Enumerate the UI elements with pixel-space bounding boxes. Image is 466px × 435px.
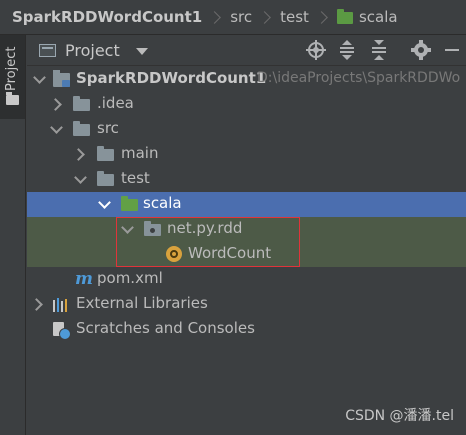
breadcrumb-separator-icon: [208, 10, 222, 24]
expand-all-icon[interactable]: [337, 40, 357, 60]
folder-icon: [6, 92, 19, 105]
tree-row-src[interactable]: src: [27, 117, 466, 142]
minimize-icon[interactable]: [442, 40, 462, 60]
tree-label-package: net.py.rdd: [167, 219, 243, 237]
tree-row-wordcount[interactable]: WordCount: [27, 242, 466, 267]
tool-window-strip: Project: [0, 35, 26, 435]
project-panel-header: Project: [27, 35, 466, 66]
tree-label-scala: scala: [143, 194, 182, 212]
project-tool-tab-label: Project: [4, 46, 19, 91]
tree-row-external-libraries[interactable]: External Libraries: [27, 292, 466, 317]
chevron-down-icon[interactable]: [50, 121, 63, 134]
tree-row-scala[interactable]: scala: [27, 192, 466, 217]
project-tree: SparkRDDWordCount1 D:\ideaProjects\Spark…: [27, 66, 466, 435]
locate-icon[interactable]: [306, 40, 326, 60]
project-view-icon: [39, 44, 56, 57]
green-folder-icon: [121, 196, 138, 211]
project-root-name: SparkRDDWordCount1: [76, 69, 267, 87]
tree-label-external-libraries: External Libraries: [76, 294, 208, 312]
project-module-icon: [53, 70, 70, 87]
tree-label-idea: .idea: [97, 94, 134, 112]
folder-icon: [73, 121, 90, 136]
libraries-icon: [53, 298, 69, 312]
chevron-right-icon[interactable]: [49, 98, 62, 111]
tree-row-pom[interactable]: m pom.xml: [27, 267, 466, 292]
folder-icon: [97, 171, 114, 186]
breadcrumb-separator-icon: [258, 10, 271, 24]
chevron-down-icon[interactable]: [74, 171, 87, 184]
tree-label-scratches: Scratches and Consoles: [76, 319, 255, 337]
chevron-down-icon[interactable]: [121, 221, 134, 234]
tree-label-main: main: [121, 144, 159, 162]
breadcrumb-project[interactable]: SparkRDDWordCount1: [12, 8, 202, 26]
tree-label-pom: pom.xml: [97, 269, 163, 287]
project-tool-tab[interactable]: Project: [0, 35, 25, 119]
project-root-path: D:\ideaProjects\SparkRDDWo: [257, 70, 461, 86]
chevron-right-icon[interactable]: [72, 148, 85, 161]
chevron-right-icon[interactable]: [30, 298, 43, 311]
breadcrumb: SparkRDDWordCount1 src test scala: [0, 0, 466, 35]
chevron-down-icon[interactable]: [136, 48, 148, 55]
tree-row-project-root[interactable]: SparkRDDWordCount1 D:\ideaProjects\Spark…: [27, 67, 466, 92]
chevron-down-icon[interactable]: [98, 196, 111, 209]
watermark: CSDN @潘潘.tel: [345, 408, 454, 424]
green-folder-icon: [336, 9, 353, 24]
tree-label-wordcount: WordCount: [188, 244, 272, 262]
scratches-icon: [53, 322, 71, 340]
chevron-down-icon[interactable]: [33, 71, 46, 84]
tree-label-src: src: [97, 119, 119, 137]
tree-row-main[interactable]: main: [27, 142, 466, 167]
scala-object-icon: [166, 246, 182, 262]
tree-row-idea[interactable]: .idea: [27, 92, 466, 117]
folder-icon: [73, 96, 90, 111]
breadcrumb-scala[interactable]: scala: [359, 8, 398, 26]
tree-row-scratches[interactable]: Scratches and Consoles: [27, 317, 466, 342]
breadcrumb-separator-icon: [315, 10, 328, 24]
maven-icon: m: [75, 269, 93, 289]
tree-row-package[interactable]: net.py.rdd: [27, 217, 466, 242]
breadcrumb-src[interactable]: src: [230, 8, 252, 26]
collapse-all-icon[interactable]: [369, 40, 389, 60]
tree-label-test: test: [121, 169, 150, 187]
breadcrumb-test[interactable]: test: [280, 8, 309, 26]
tree-row-test[interactable]: test: [27, 167, 466, 192]
panel-title[interactable]: Project: [65, 41, 120, 60]
package-icon: [144, 221, 161, 236]
folder-icon: [97, 146, 114, 161]
gear-icon[interactable]: [411, 40, 431, 60]
